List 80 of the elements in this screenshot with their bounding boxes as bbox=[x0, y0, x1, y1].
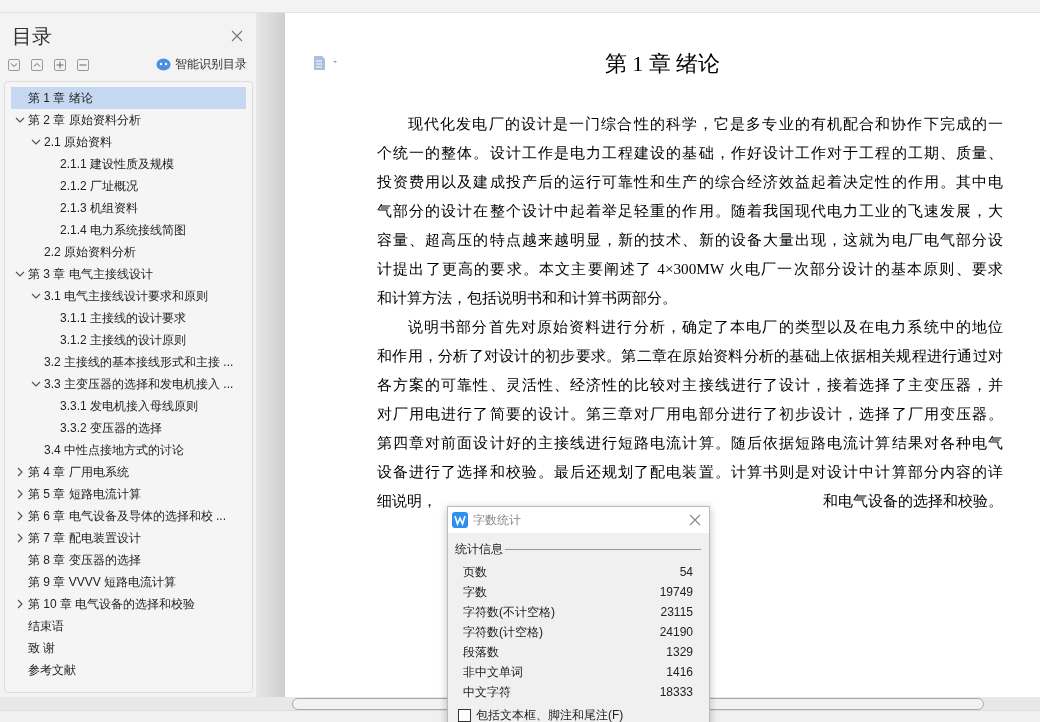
text-line: 现代化发电厂的设计是一门综合性的科学，它是多专业的有机配合和协作下完成的一 bbox=[407, 114, 1003, 134]
collapse-icon[interactable] bbox=[31, 58, 43, 71]
stat-label: 非中文单词 bbox=[463, 663, 523, 681]
toc-item[interactable]: 3.4 中性点接地方式的讨论 bbox=[11, 439, 246, 461]
stat-value: 24190 bbox=[659, 625, 693, 639]
group-label: 统计信息 bbox=[455, 541, 503, 558]
chevron-icon[interactable] bbox=[31, 379, 41, 389]
toc-item[interactable]: 第 3 章 电气主接线设计 bbox=[11, 263, 246, 285]
toc-item[interactable]: 3.1.2 主接线的设计原则 bbox=[11, 329, 246, 351]
stat-value: 1416 bbox=[666, 665, 693, 679]
close-icon[interactable] bbox=[231, 29, 245, 44]
toc-item[interactable]: 第 9 章 VVVV 短路电流计算 bbox=[11, 571, 246, 593]
text-line: 和电气设备的选择和校验。 bbox=[823, 491, 1003, 511]
toc-item[interactable]: 3.3.1 发电机接入母线原则 bbox=[11, 395, 246, 417]
chevron-icon[interactable] bbox=[15, 511, 25, 521]
minus-icon[interactable] bbox=[77, 58, 89, 71]
toc-item[interactable]: 第 4 章 厂用电系统 bbox=[11, 461, 246, 483]
toc-item[interactable]: 第 10 章 电气设备的选择和校验 bbox=[11, 593, 246, 615]
toc-item[interactable]: 3.1 电气主接线设计要求和原则 bbox=[11, 285, 246, 307]
chevron-icon[interactable] bbox=[15, 115, 25, 125]
stat-value: 18333 bbox=[659, 685, 693, 699]
text-line: 第四章对前面设计好的主接线进行短路电流计算。随后依据短路电流计算结果对各种电气 bbox=[377, 433, 1003, 453]
text-line: 计提出了更高的要求。本文主要阐述了 4×300MW 火电厂一次部分设计的基本原则、要求 bbox=[377, 259, 1003, 279]
app-logo-icon bbox=[452, 512, 468, 528]
text-line: 细说明， bbox=[377, 491, 437, 511]
chevron-icon[interactable] bbox=[15, 269, 25, 279]
toc-item[interactable]: 2.1 原始资料 bbox=[11, 131, 246, 153]
toc-item[interactable]: 第 2 章 原始资料分析 bbox=[11, 109, 246, 131]
stat-value: 54 bbox=[679, 565, 693, 579]
toc-item[interactable]: 结束语 bbox=[11, 615, 246, 637]
stat-label: 页数 bbox=[463, 563, 487, 581]
toc-item[interactable]: 2.2 原始资料分析 bbox=[11, 241, 246, 263]
text-line: 投资费用以及建成投产后的运行可靠性和生产的综合经济效益起着决定性的作用。其中电 bbox=[377, 172, 1003, 192]
toc-item[interactable]: 第 7 章 配电装置设计 bbox=[11, 527, 246, 549]
text-line: 各方案的可靠性、灵活性、经济性的比较对主接线进行了设计，接着选择了主变压器，并 bbox=[377, 375, 1003, 395]
chapter-heading: 第 1 章 绪论 bbox=[604, 50, 721, 78]
text-line: 气部分的设计在整个设计中起着举足轻重的作用。随着我国现代电力工业的飞速发展，大 bbox=[377, 201, 1003, 221]
toc-item[interactable]: 参考文献 bbox=[11, 659, 246, 681]
toc-item[interactable]: 2.1.2 厂址概况 bbox=[11, 175, 246, 197]
toc-item[interactable]: 3.1.1 主接线的设计要求 bbox=[11, 307, 246, 329]
toc-item[interactable]: 3.2 主接线的基本接线形式和主接 ... bbox=[11, 351, 246, 373]
toc-item[interactable]: 2.1.4 电力系统接线简图 bbox=[11, 219, 246, 241]
close-icon[interactable] bbox=[689, 514, 701, 526]
toc-item[interactable]: 2.1.3 机组资料 bbox=[11, 197, 246, 219]
stat-label: 中文字符 bbox=[463, 683, 511, 701]
chevron-icon[interactable] bbox=[15, 599, 25, 609]
toc-item[interactable]: 3.3 主变压器的选择和发电机接入 ... bbox=[11, 373, 246, 395]
text-line: 和作用，分析了对设计的初步要求。第二章在原始资料分析的基础上依据相关规程进行通过对 bbox=[377, 346, 1003, 366]
toc-item[interactable]: 第 6 章 电气设备及导体的选择和校 ... bbox=[11, 505, 246, 527]
stat-label: 字符数(计空格) bbox=[463, 623, 543, 641]
toc-item[interactable]: 3.3.2 变压器的选择 bbox=[11, 417, 246, 439]
chevron-icon[interactable] bbox=[31, 137, 41, 147]
toc-item[interactable]: 第 1 章 绪论 bbox=[11, 87, 246, 109]
checkbox[interactable]: 包括文本框、脚注和尾注(F) bbox=[458, 707, 624, 722]
plus-icon[interactable] bbox=[54, 58, 66, 71]
chevron-icon[interactable] bbox=[31, 291, 41, 301]
dialog-title: 字数统计 bbox=[473, 511, 521, 529]
toc-item[interactable]: 致 谢 bbox=[11, 637, 246, 659]
text-line: 对厂用电进行了简要的设计。第三章对厂用电部分进行了初步设计，选择了厂用变压器。 bbox=[377, 404, 1003, 424]
chevron-icon[interactable] bbox=[15, 533, 25, 543]
robot-icon bbox=[156, 58, 171, 71]
chevron-icon[interactable] bbox=[15, 489, 25, 499]
stat-label: 字符数(不计空格) bbox=[463, 603, 555, 621]
chevron-icon[interactable] bbox=[15, 467, 25, 477]
toc-item[interactable]: 2.1.1 建设性质及规模 bbox=[11, 153, 246, 175]
stat-value: 1329 bbox=[666, 645, 693, 659]
text-line: 设备进行了选择和校验。最后还规划了配电装置。计算书则是对设计中计算部分内容的详 bbox=[377, 462, 1003, 482]
stat-value: 19749 bbox=[659, 585, 693, 599]
text-line: 说明书部分首先对原始资料进行分析，确定了本电厂的类型以及在电力系统中的地位 bbox=[407, 317, 1003, 337]
toc-item[interactable]: 第 8 章 变压器的选择 bbox=[11, 549, 246, 571]
text-line: 个统一的整体。设计工作是电力工程建设的基础，作好设计工作对于工程的工期、质量、 bbox=[377, 143, 1003, 163]
stat-label: 字数 bbox=[463, 583, 487, 601]
expand-icon[interactable] bbox=[8, 58, 20, 71]
stat-value: 23115 bbox=[660, 605, 693, 619]
panel-title: 目录 bbox=[12, 24, 52, 49]
text-line: 容量、超高压的特点越来越明显，新的技术、新的设备大量出现，这就为电厂电气部分设 bbox=[377, 230, 1003, 250]
stat-label: 段落数 bbox=[463, 643, 499, 661]
text-line: 和计算方法，包括说明书和和计算书两部分。 bbox=[377, 288, 678, 308]
smart-toc-button[interactable]: 智能识别目录 bbox=[156, 56, 247, 73]
toc-item[interactable]: 第 5 章 短路电流计算 bbox=[11, 483, 246, 505]
